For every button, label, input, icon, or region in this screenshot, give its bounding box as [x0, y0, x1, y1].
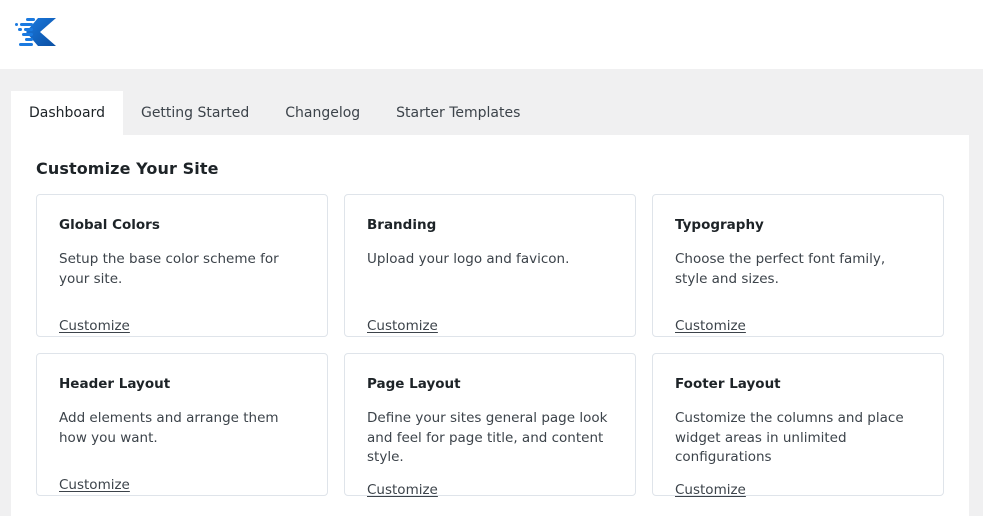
tab-dashboard[interactable]: Dashboard [11, 91, 123, 135]
customize-link[interactable]: Customize [367, 318, 438, 334]
card-title: Header Layout [59, 376, 171, 392]
card-description: Add elements and arrange them how you wa… [59, 410, 279, 446]
customize-link[interactable]: Customize [675, 482, 746, 498]
customize-link[interactable]: Customize [59, 318, 130, 334]
customize-card-grid: Global Colors Setup the base color schem… [11, 178, 969, 498]
tab-getting-started[interactable]: Getting Started [123, 91, 267, 135]
card-description: Upload your logo and favicon. [367, 251, 570, 268]
card-title: Page Layout [367, 376, 461, 392]
card-title: Typography [675, 217, 764, 233]
card-branding[interactable]: Branding Upload your logo and favicon. C… [344, 194, 636, 337]
card-description: Setup the base color scheme for your sit… [59, 251, 279, 287]
customize-link[interactable]: Customize [675, 318, 746, 334]
tab-bar: Dashboard Getting Started Changelog Star… [0, 69, 983, 135]
page-title: Customize Your Site [36, 159, 219, 178]
tab-label: Getting Started [140, 105, 250, 121]
tab-changelog[interactable]: Changelog [267, 91, 378, 135]
card-title: Branding [367, 217, 437, 233]
tab-label: Dashboard [29, 105, 105, 121]
card-title: Global Colors [59, 217, 160, 233]
tab-label: Starter Templates [396, 105, 521, 121]
customize-link[interactable]: Customize [59, 477, 130, 493]
tab-label: Changelog [285, 105, 361, 121]
card-header-layout[interactable]: Header Layout Add elements and arrange t… [36, 353, 328, 496]
brand-header [0, 0, 983, 69]
card-global-colors[interactable]: Global Colors Setup the base color schem… [36, 194, 328, 337]
customize-link[interactable]: Customize [367, 482, 438, 498]
card-description: Define your sites general page look and … [367, 410, 608, 466]
card-description: Customize the columns and place widget a… [675, 410, 904, 466]
tab-list: Dashboard Getting Started Changelog Star… [11, 69, 538, 135]
card-typography[interactable]: Typography Choose the perfect font famil… [652, 194, 944, 337]
card-description: Choose the perfect font family, style an… [675, 251, 886, 287]
card-page-layout[interactable]: Page Layout Define your sites general pa… [344, 353, 636, 498]
card-footer-layout[interactable]: Footer Layout Customize the columns and … [652, 353, 944, 498]
tab-starter-templates[interactable]: Starter Templates [378, 91, 538, 135]
dashboard-panel: Customize Your Site Global Colors Setup … [11, 135, 969, 516]
card-title: Footer Layout [675, 376, 781, 392]
kadence-speed-logo-icon [14, 12, 62, 52]
